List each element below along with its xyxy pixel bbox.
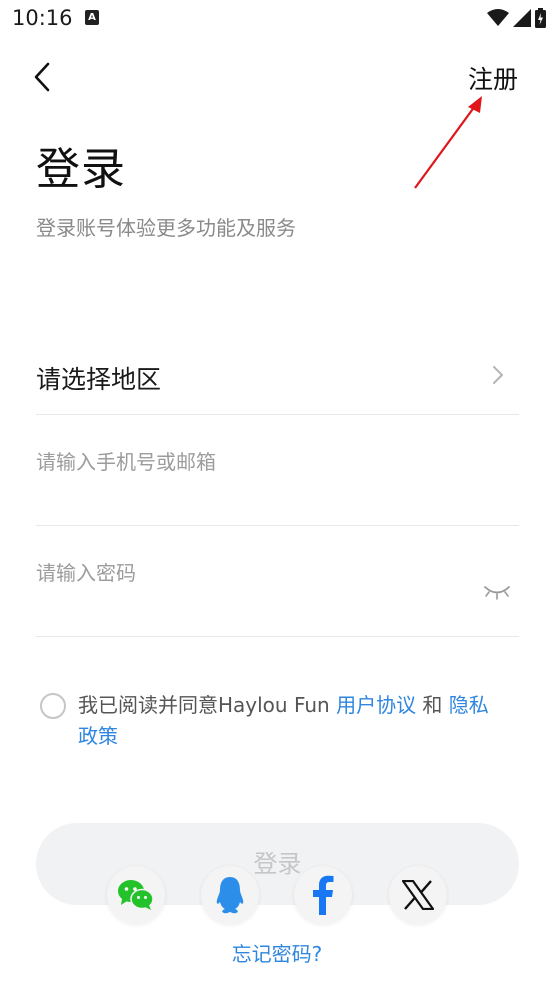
wechat-login-button[interactable] (107, 866, 165, 924)
phone-email-input[interactable] (36, 450, 456, 474)
agreement-prefix: 我已阅读并同意Haylou Fun (78, 693, 337, 717)
x-login-button[interactable] (389, 866, 447, 924)
status-time: 10:16 (12, 6, 73, 30)
qq-icon (216, 877, 244, 914)
region-label: 请选择地区 (36, 365, 162, 394)
facebook-login-button[interactable] (294, 866, 352, 924)
notification-icon: A (85, 10, 99, 25)
password-field-row (36, 526, 519, 637)
chevron-left-icon (34, 62, 50, 92)
agreement-and: 和 (416, 693, 449, 717)
page-title: 登录 (36, 144, 126, 195)
status-icons (487, 8, 546, 28)
login-screen: 10:16 A 注册 登录 登录账号体验更多功能及服务 请选择地区 请输入手机号… (0, 0, 554, 984)
wifi-icon (487, 9, 509, 26)
annotation-arrow-icon (414, 96, 482, 189)
qq-login-button[interactable] (201, 866, 259, 924)
battery-charging-icon (535, 8, 546, 28)
agreement-checkbox[interactable] (40, 693, 66, 719)
signal-icon (513, 9, 531, 27)
user-agreement-link[interactable]: 用户协议 (336, 693, 416, 717)
x-icon (402, 880, 434, 910)
region-selector[interactable]: 请选择地区 (36, 338, 519, 415)
status-bar: 10:16 A (0, 0, 554, 38)
forgot-password-link[interactable]: 忘记密码? (0, 938, 554, 967)
back-button[interactable] (28, 58, 64, 96)
eye-closed-icon[interactable] (483, 584, 511, 602)
chevron-right-icon (493, 366, 503, 384)
facebook-icon (313, 875, 334, 915)
password-input[interactable] (36, 561, 456, 585)
wechat-icon (118, 880, 154, 910)
page-subtitle: 登录账号体验更多功能及服务 (36, 216, 296, 240)
agreement-text: 我已阅读并同意Haylou Fun 用户协议 和 隐私政策 (78, 690, 508, 752)
phone-email-field-row (36, 415, 519, 526)
